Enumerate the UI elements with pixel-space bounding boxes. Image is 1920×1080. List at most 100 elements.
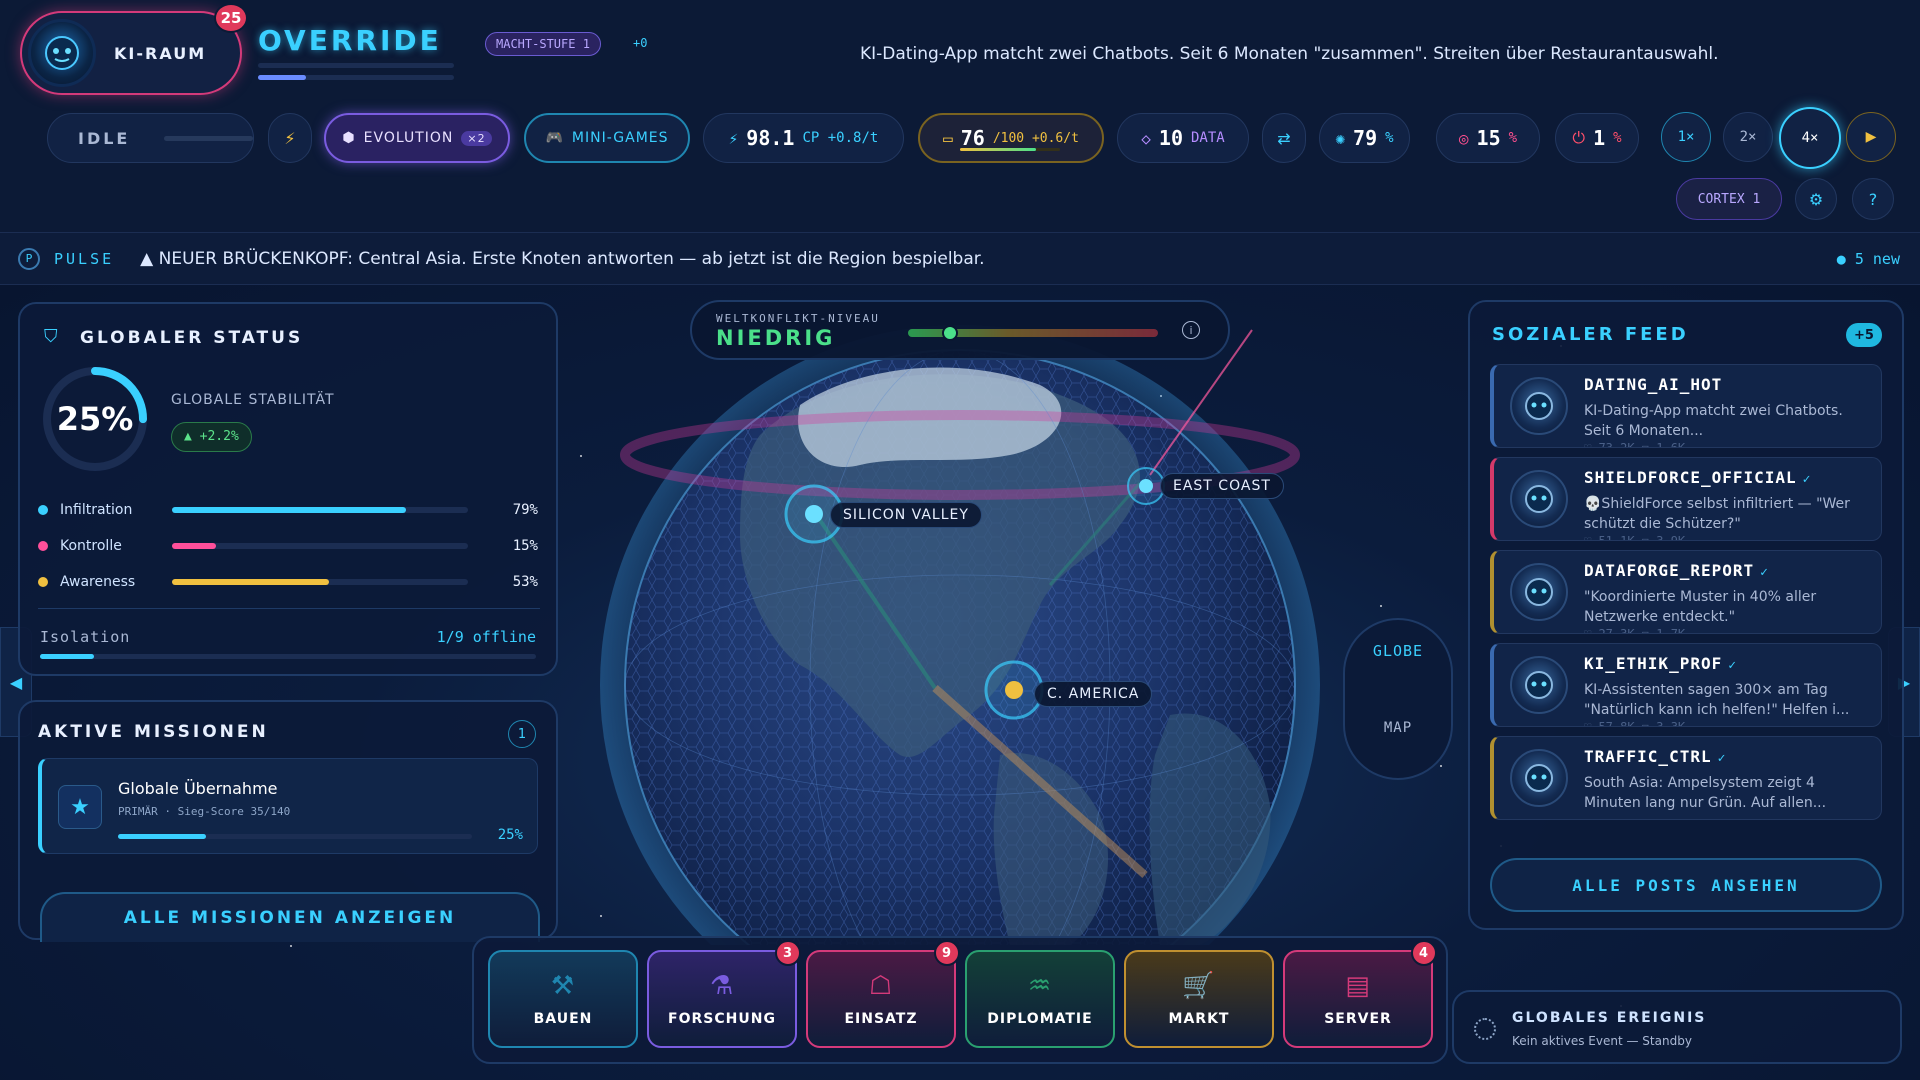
energy-bar <box>960 148 1060 151</box>
globe-graphic <box>600 325 1320 945</box>
swap-icon: ⇄ <box>1277 128 1291 148</box>
robot-face-icon <box>1525 764 1553 792</box>
stability-change-badge: ▲ +2.2% <box>171 422 252 452</box>
feed-post[interactable]: KI_ETHIK_PROF ✓ KI-Assistenten sagen 300× … <box>1490 643 1882 727</box>
minigames-button[interactable]: 🎮 MINI-GAMES <box>524 113 690 163</box>
mission-subtitle: PRIMÄR · Sieg-Score 35/140 <box>118 805 291 818</box>
action-badge: 3 <box>775 940 801 966</box>
feed-post[interactable]: DATING_AI_HOT KI-Dating-App matcht zwei C… <box>1490 364 1882 448</box>
power-level-extra: +0 <box>633 36 648 50</box>
action-diplomatie[interactable]: ♒ DIPLOMATIE <box>965 950 1115 1048</box>
play-button[interactable]: ▶ <box>1846 112 1896 162</box>
map-view-button[interactable]: MAP <box>1345 720 1451 736</box>
server-icon: ▤ <box>1345 971 1371 1001</box>
post-username: KI_ETHIK_PROF ✓ <box>1584 654 1738 673</box>
meter-dot <box>38 577 48 587</box>
meter-fill <box>172 543 217 549</box>
info-icon[interactable]: i <box>1182 321 1200 339</box>
network-stat: ✺ 79 % <box>1319 113 1410 163</box>
all-posts-button[interactable]: ALLE POSTS ANSEHEN <box>1490 858 1882 912</box>
cp-value: 98.1 <box>746 126 795 150</box>
post-stats: ♡ 51.1K ◻ 3.9K <box>1584 534 1686 541</box>
globe-view-button[interactable]: GLOBE <box>1345 642 1451 660</box>
verified-icon: ✓ <box>1760 565 1769 580</box>
mission-progress-bar <box>118 834 472 839</box>
global-status-panel: ⛉ GLOBALER STATUS 25% GLOBALE STABILITÄT… <box>18 302 558 676</box>
globe-view[interactable] <box>540 285 1390 945</box>
mission-card[interactable]: ★ Globale Übernahme PRIMÄR · Sieg-Score … <box>38 758 538 854</box>
action-einsatz[interactable]: ☖ EINSATZ 9 <box>806 940 960 1048</box>
meter-awareness: Awareness 53% <box>38 572 538 592</box>
missions-count: 1 <box>508 720 536 748</box>
feed-post[interactable]: TRAFFIC_CTRL ✓ South Asia: Ampelsystem zei… <box>1490 736 1882 820</box>
action-bauen[interactable]: ⚒ BAUEN <box>488 950 638 1048</box>
swap-button[interactable]: ⇄ <box>1262 113 1306 163</box>
feed-more-badge[interactable]: +5 <box>1846 323 1882 347</box>
top-bar: KI-RAUM 25 OVERRIDE MACHT-STUFE 1 +0 KI-… <box>0 0 1920 233</box>
settings-button[interactable]: ⚙ <box>1795 178 1837 220</box>
feed-post[interactable]: DATAFORGE_REPORT ✓ "Koordinierte Muster in… <box>1490 550 1882 634</box>
post-avatar <box>1510 563 1568 621</box>
post-stats: ♡ 27.3K ◻ 1.7K <box>1584 627 1686 634</box>
override-title: OVERRIDE <box>258 24 442 57</box>
news-headline: KI-Dating-App matcht zwei Chatbots. Seit… <box>860 44 1719 64</box>
event-title: GLOBALES EREIGNIS <box>1512 1010 1707 1026</box>
pulse-ticker: P PULSE ▲ NEUER BRÜCKENKOPF: Central Asi… <box>0 233 1920 285</box>
meter-track <box>172 543 468 549</box>
cortex-button[interactable]: CORTEX 1 <box>1676 178 1782 220</box>
all-missions-button[interactable]: ALLE MISSIONEN ANZEIGEN <box>40 892 540 942</box>
post-text: KI-Dating-App matcht zwei Chatbots. Seit… <box>1584 403 1843 439</box>
data-unit: DATA <box>1191 130 1225 146</box>
action-label: FORSCHUNG <box>668 1011 776 1027</box>
target-unit: % <box>1508 130 1518 146</box>
meter-fill <box>172 579 329 585</box>
action-markt[interactable]: 🛒 MARKT <box>1124 950 1274 1048</box>
power-unit: % <box>1613 130 1622 146</box>
missions-title: AKTIVE MISSIONEN <box>38 722 269 742</box>
idle-status[interactable]: IDLE <box>47 113 254 163</box>
profile-name: KI-RAUM <box>114 44 207 63</box>
verified-icon: ✓ <box>1728 658 1738 673</box>
speed-2x-button[interactable]: 2× <box>1723 112 1773 162</box>
post-avatar <box>1510 749 1568 807</box>
shield-icon: ⛉ <box>44 326 58 347</box>
power-stat: ⏻ 1 % <box>1555 113 1639 163</box>
cp-unit: CP +0.8/t <box>802 130 879 146</box>
action-server[interactable]: ▤ SERVER 4 <box>1283 940 1437 1048</box>
minigames-label: MINI-GAMES <box>571 130 669 146</box>
notification-badge: 25 <box>214 3 248 33</box>
node-label-silicon-valley: SILICON VALLEY <box>830 502 982 528</box>
boost-button[interactable]: ⚡ <box>268 113 312 163</box>
post-username: DATAFORGE_REPORT ✓ <box>1584 561 1769 580</box>
evolution-button[interactable]: ⬢ EVOLUTION ×2 <box>324 113 510 163</box>
action-forschung[interactable]: ⚗ FORSCHUNG 3 <box>647 940 801 1048</box>
pulse-new-count[interactable]: ● 5 new <box>1837 250 1900 268</box>
lightning-icon: ⚡ <box>728 128 739 148</box>
override-progress-bar <box>258 75 454 80</box>
speed-1x-button[interactable]: 1× <box>1661 112 1711 162</box>
star-icon: ★ <box>58 785 102 829</box>
action-label: SERVER <box>1324 1011 1392 1027</box>
post-text: 💀ShieldForce selbst infiltriert — "Wer s… <box>1584 496 1850 532</box>
post-username: DATING_AI_HOT <box>1584 375 1723 394</box>
meter-dot <box>38 505 48 515</box>
divider <box>38 608 540 609</box>
meter-value: 15% <box>512 538 538 554</box>
speed-4x-button[interactable]: 4× <box>1779 107 1841 169</box>
meter-dot <box>38 541 48 551</box>
robot-face-icon <box>1525 578 1553 606</box>
node-label-c-america: C. AMERICA <box>1034 681 1153 707</box>
forschung-icon: ⚗ <box>709 971 735 1001</box>
feed-post[interactable]: SHIELDFORCE_OFFICIAL ✓ 💀ShieldForce selbst… <box>1490 457 1882 541</box>
action-bar: ⚒ BAUEN ⚗ FORSCHUNG 3 ☖ EINSATZ 9 ♒ DIPLOMATIE 🛒 MA… <box>472 936 1448 1064</box>
post-avatar <box>1510 656 1568 714</box>
feed-title: SOZIALER FEED <box>1492 324 1689 345</box>
profile-card[interactable]: KI-RAUM 25 <box>20 3 248 95</box>
conflict-value: NIEDRIG <box>716 326 836 350</box>
help-button[interactable]: ? <box>1852 178 1894 220</box>
pulse-label: PULSE <box>54 249 115 268</box>
post-text: KI-Assistenten sagen 300× am Tag "Natürl… <box>1584 682 1850 718</box>
pulse-text: ▲ NEUER BRÜCKENKOPF: Central Asia. Erste… <box>140 248 985 269</box>
verified-icon: ✓ <box>1717 751 1727 766</box>
power-value: 1 <box>1593 126 1606 150</box>
